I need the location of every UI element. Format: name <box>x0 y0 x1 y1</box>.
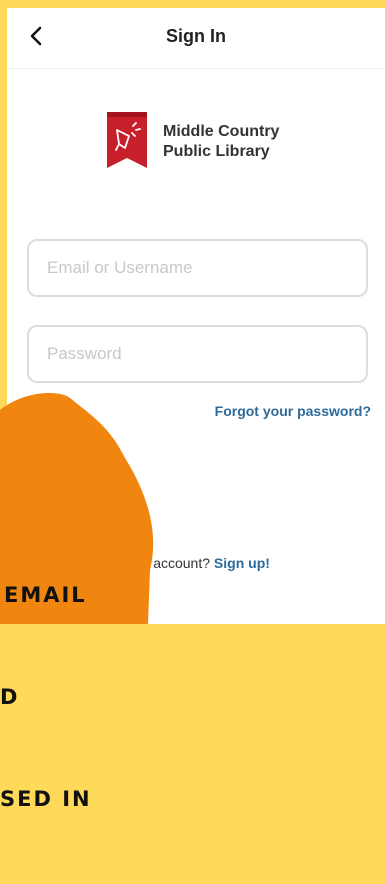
app-screen: Sign In Middle Country Public Library Fo… <box>7 8 385 624</box>
page-title: Sign In <box>166 26 226 46</box>
library-name-line2: Public Library <box>163 143 270 160</box>
signup-prompt: e an account? Sign up! <box>7 555 385 571</box>
library-bookmark-icon <box>107 112 147 168</box>
signup-prompt-text: e an account? <box>122 555 211 571</box>
forgot-password-link[interactable]: Forgot your password? <box>215 403 371 419</box>
library-name-line1: Middle Country <box>163 123 280 140</box>
library-name: Middle Country Public Library <box>163 122 313 162</box>
email-field[interactable] <box>27 239 368 297</box>
top-bar: Sign In <box>7 8 385 69</box>
library-logo: Middle Country Public Library <box>105 112 305 174</box>
password-field[interactable] <box>27 325 368 383</box>
signup-link[interactable]: Sign up! <box>214 555 270 571</box>
overlay-line2: D <box>0 685 20 709</box>
overlay-line3: SED IN <box>0 787 92 811</box>
